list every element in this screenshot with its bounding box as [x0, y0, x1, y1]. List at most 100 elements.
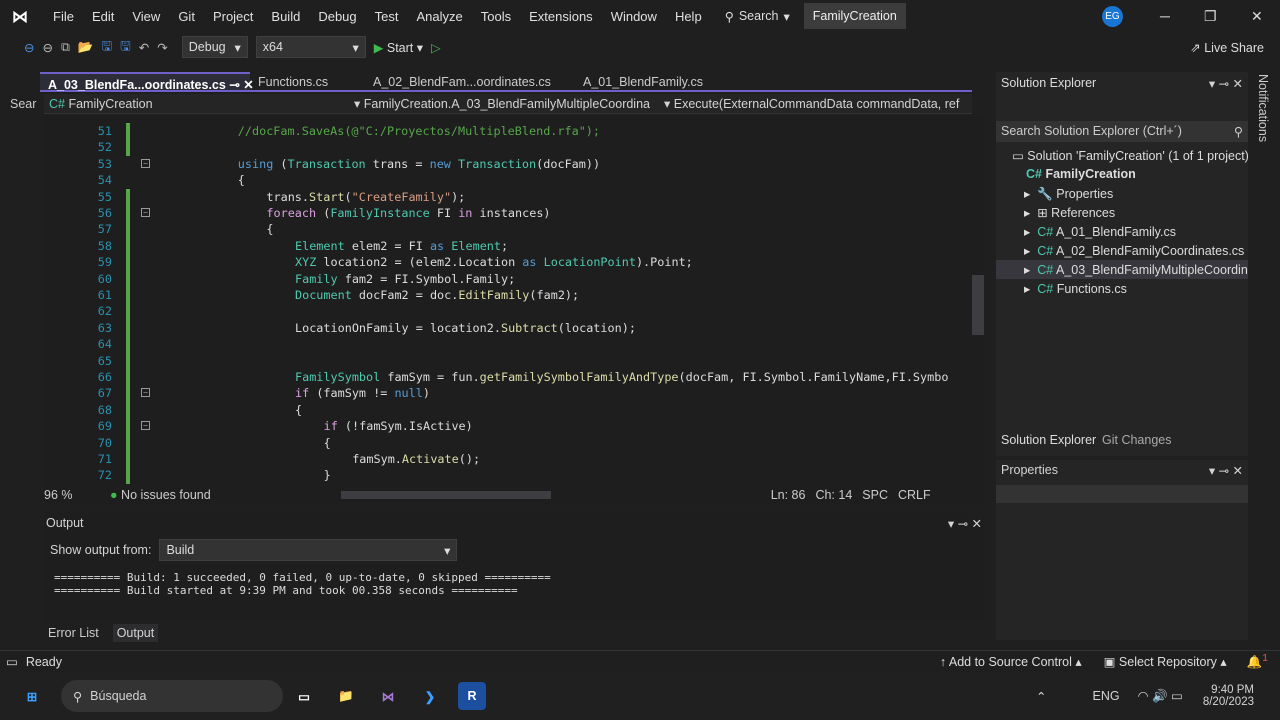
tree-item-a03[interactable]: ▸ C# A_03_BlendFamilyMultipleCoordin: [996, 260, 1248, 279]
avatar[interactable]: EG: [1102, 6, 1123, 27]
visual-studio-icon[interactable]: ⋈: [374, 682, 402, 710]
save-all-icon[interactable]: 🖫: [120, 37, 131, 58]
start-without-debugging-icon[interactable]: ▷: [431, 40, 441, 55]
open-folder-icon[interactable]: 📂: [78, 40, 94, 55]
tab-a02[interactable]: A_02_BlendFam...oordinates.cs: [365, 72, 575, 90]
class-dropdown[interactable]: ▾ FamilyCreation.A_03_BlendFamilyMultipl…: [354, 96, 664, 111]
new-item-icon[interactable]: ⧉: [61, 40, 70, 55]
method-dropdown[interactable]: ▾ Execute(ExternalCommandData commandDat…: [664, 96, 964, 111]
configuration-value: Debug: [188, 40, 226, 54]
horizontal-scrollbar[interactable]: [340, 491, 551, 499]
menu-tools[interactable]: Tools: [472, 9, 520, 24]
select-repository-button[interactable]: ▣ Select Repository ▴: [1104, 654, 1227, 669]
collapse-icon[interactable]: −: [141, 388, 150, 398]
line-number: 70: [97, 435, 112, 450]
issues-indicator[interactable]: ● No issues found: [110, 488, 211, 502]
close-panel-icon[interactable]: ▾ ⊸ ✕: [1209, 76, 1243, 91]
code-line: 64: [44, 336, 972, 352]
collapse-icon[interactable]: −: [141, 158, 150, 168]
tree-item-properties[interactable]: ▸ 🔧 Properties: [1024, 186, 1113, 202]
tab-solution-explorer[interactable]: Solution Explorer: [1001, 433, 1096, 447]
spacing-indicator[interactable]: SPC: [862, 488, 888, 502]
solution-search-input[interactable]: Search Solution Explorer (Ctrl+´) ⚲: [996, 121, 1248, 142]
file-explorer-icon[interactable]: 📁: [332, 682, 360, 710]
code-line: 69 − if (!famSym.IsActive): [44, 418, 972, 434]
live-share-button[interactable]: ⇗ Live Share: [1190, 40, 1264, 55]
close-button[interactable]: ✕: [1251, 8, 1263, 25]
menu-debug[interactable]: Debug: [309, 9, 365, 24]
code-token: LocationPoint: [543, 255, 636, 270]
pin-icon[interactable]: ⊸: [229, 78, 239, 92]
code-token: fam2 = FI.Symbol.Family;: [337, 271, 516, 286]
windows-start-icon[interactable]: ⊞: [18, 682, 46, 710]
menu-window[interactable]: Window: [602, 9, 666, 24]
back-icon[interactable]: ⊖: [24, 40, 34, 55]
configuration-dropdown[interactable]: Debug ▾: [181, 36, 248, 58]
redo-icon[interactable]: ↷: [157, 40, 167, 55]
wifi-icon[interactable]: ◠ 🔊 ▭: [1138, 688, 1183, 704]
menu-build[interactable]: Build: [262, 9, 309, 24]
side-search-tab[interactable]: Sear: [10, 97, 40, 111]
project-node[interactable]: C# FamilyCreation: [1026, 167, 1136, 181]
search-menu[interactable]: ⚲ Search ▾: [725, 9, 790, 24]
line-ending-indicator[interactable]: CRLF: [898, 488, 931, 502]
maximize-button[interactable]: ❐: [1204, 8, 1217, 25]
add-source-control-button[interactable]: ↑ Add to Source Control ▴: [940, 654, 1082, 669]
menu-project[interactable]: Project: [204, 9, 262, 24]
tab-functions[interactable]: Functions.cs: [250, 72, 365, 90]
code-token: {: [237, 173, 245, 188]
solution-label: Solution 'FamilyCreation' (1 of 1 projec…: [1027, 149, 1249, 163]
undo-icon[interactable]: ↶: [139, 40, 149, 55]
code-token: Activate: [401, 452, 459, 466]
platform-dropdown[interactable]: x64 ▾: [255, 36, 366, 58]
code-token: as: [429, 238, 445, 253]
code-editor[interactable]: 51 //docFam.SaveAs(@"C:/Proyectos/Multipl…: [44, 115, 972, 485]
output-source-dropdown[interactable]: Build ▾: [159, 539, 458, 561]
clock[interactable]: 9:40 PM 8/20/2023: [1203, 684, 1254, 708]
tab-error-list[interactable]: Error List: [44, 624, 103, 642]
notifications-side-tab[interactable]: Notifications: [1256, 74, 1270, 142]
solution-node[interactable]: ▭ Solution 'FamilyCreation' (1 of 1 proj…: [1012, 148, 1249, 163]
tab-git-changes[interactable]: Git Changes: [1102, 433, 1171, 447]
properties-object-dropdown[interactable]: [996, 485, 1248, 503]
tree-item-a02[interactable]: ▸ C# A_02_BlendFamilyCoordinates.cs: [1024, 243, 1244, 258]
vertical-scrollbar[interactable]: [972, 115, 984, 485]
menu-help[interactable]: Help: [666, 9, 711, 24]
notifications-button[interactable]: 🔔1: [1247, 653, 1268, 670]
tray-chevron-icon[interactable]: ⌃: [1036, 689, 1046, 704]
tree-item-functions[interactable]: ▸ C# Functions.cs: [1024, 281, 1127, 296]
tab-a01[interactable]: A_01_BlendFamily.cs: [575, 72, 775, 90]
output-panel-controls[interactable]: ▾ ⊸ ✕: [948, 516, 982, 531]
menu-view[interactable]: View: [123, 9, 169, 24]
menu-git[interactable]: Git: [169, 9, 204, 24]
revit-icon[interactable]: R: [458, 682, 486, 710]
minimize-button[interactable]: ─: [1160, 8, 1170, 24]
menu-edit[interactable]: Edit: [83, 9, 123, 24]
project-dropdown[interactable]: C# FamilyCreation: [44, 97, 354, 111]
tab-a03[interactable]: A_03_BlendFa...oordinates.cs ⊸ ✕: [40, 72, 254, 92]
vscode-icon[interactable]: ❯: [416, 682, 444, 710]
line-number: 67: [97, 386, 112, 401]
close-properties-icon[interactable]: ▾ ⊸ ✕: [1209, 463, 1243, 478]
code-token: Start: [309, 189, 345, 204]
language-indicator[interactable]: ENG: [1093, 689, 1120, 703]
zoom-level[interactable]: 96 %: [44, 488, 100, 502]
menu-test[interactable]: Test: [366, 9, 408, 24]
tab-output[interactable]: Output: [112, 624, 159, 642]
menu-file[interactable]: File: [44, 9, 83, 24]
csharp-icon: C#: [49, 96, 65, 111]
menu-extensions[interactable]: Extensions: [520, 9, 602, 24]
code-token: {: [266, 222, 274, 237]
start-button[interactable]: ▶ Start ▾: [374, 40, 423, 55]
taskbar-search[interactable]: ⚲ Búsqueda: [61, 680, 283, 712]
save-icon[interactable]: 🖫: [101, 37, 112, 58]
task-view-icon[interactable]: ▭: [290, 682, 318, 710]
line-number: 63: [97, 320, 112, 335]
collapse-icon[interactable]: −: [141, 421, 150, 431]
tree-item-a01[interactable]: ▸ C# A_01_BlendFamily.cs: [1024, 224, 1176, 239]
collapse-icon[interactable]: −: [141, 208, 150, 217]
forward-icon[interactable]: ⊖: [42, 40, 52, 55]
menu-analyze[interactable]: Analyze: [407, 9, 471, 24]
tree-item-references[interactable]: ▸ ⊞ References: [1024, 205, 1115, 220]
